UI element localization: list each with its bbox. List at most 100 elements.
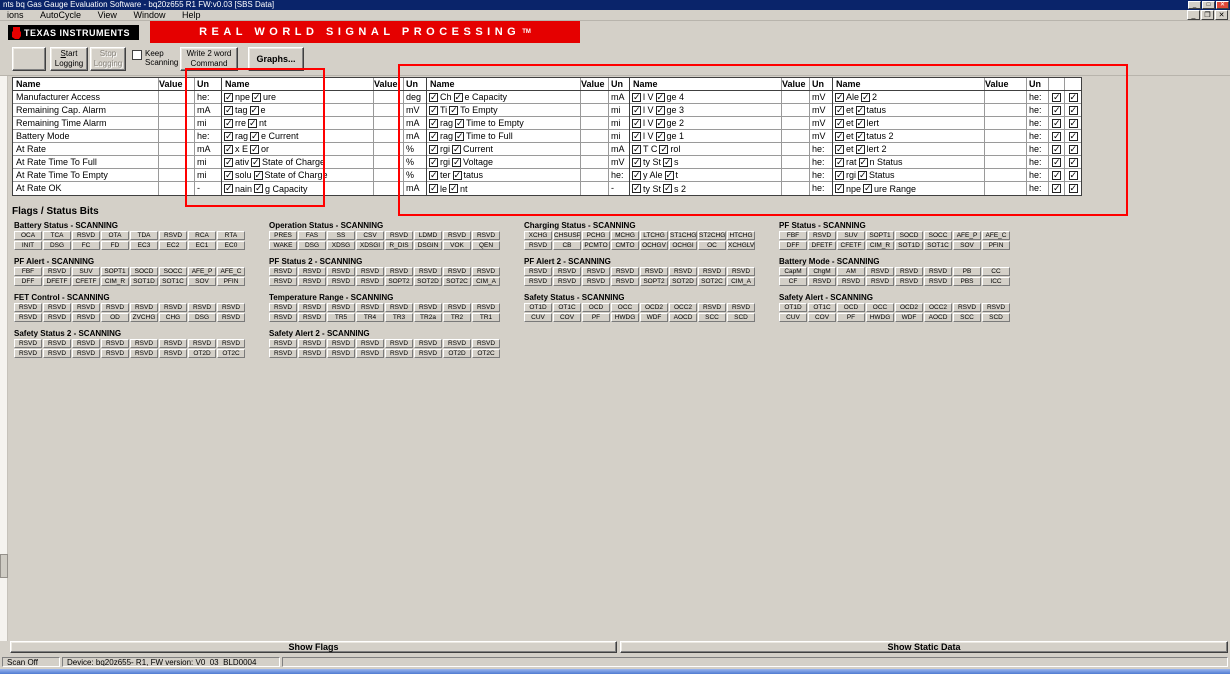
log-checkbox[interactable] <box>1052 143 1061 155</box>
log-checkbox[interactable] <box>224 130 233 142</box>
vertical-scrollbar[interactable] <box>0 76 8 641</box>
log-checkbox[interactable] <box>429 130 438 142</box>
scan-checkbox[interactable] <box>655 130 665 142</box>
log-checkbox[interactable] <box>632 182 641 194</box>
log-checkbox[interactable] <box>224 156 233 168</box>
show-flags-button[interactable]: Show Flags <box>10 641 617 653</box>
scan-checkbox[interactable] <box>453 91 463 103</box>
menu-item-autocycle[interactable]: AutoCycle <box>33 10 88 21</box>
scan-checkbox[interactable] <box>858 156 868 168</box>
maximize-icon[interactable]: □ <box>1202 1 1215 9</box>
scan-checkbox[interactable] <box>455 130 465 142</box>
log-checkbox[interactable] <box>835 156 844 168</box>
log-checkbox[interactable] <box>835 169 844 181</box>
scan-checkbox[interactable] <box>452 169 462 181</box>
scan-checkbox[interactable] <box>863 182 873 194</box>
log-checkbox[interactable] <box>835 104 844 116</box>
log-checkbox[interactable] <box>224 169 233 181</box>
log-checkbox[interactable] <box>632 104 641 116</box>
log-checkbox[interactable] <box>1052 169 1061 181</box>
show-static-data-button[interactable]: Show Static Data <box>620 641 1228 653</box>
scan-checkbox[interactable] <box>664 169 674 181</box>
scan-checkbox[interactable] <box>449 104 459 116</box>
scan-checkbox[interactable] <box>1068 182 1078 194</box>
log-checkbox[interactable] <box>1052 156 1061 168</box>
log-checkbox[interactable] <box>429 117 438 129</box>
menu-item-help[interactable]: Help <box>175 10 208 21</box>
log-checkbox[interactable] <box>1052 104 1061 116</box>
log-checkbox[interactable] <box>1052 91 1061 103</box>
mdi-restore-icon[interactable]: ❐ <box>1201 10 1214 20</box>
scan-checkbox[interactable] <box>1068 117 1078 129</box>
mdi-close-icon[interactable]: ✕ <box>1215 10 1228 20</box>
log-checkbox[interactable] <box>429 91 438 103</box>
scan-checkbox[interactable] <box>855 117 865 129</box>
scan-checkbox[interactable] <box>858 169 868 181</box>
log-checkbox[interactable] <box>224 143 233 155</box>
scan-checkbox[interactable] <box>249 104 259 116</box>
log-checkbox[interactable] <box>224 117 233 129</box>
log-checkbox[interactable] <box>224 91 233 103</box>
scan-checkbox[interactable] <box>1068 169 1078 181</box>
log-checkbox[interactable] <box>632 156 641 168</box>
menu-item-window[interactable]: Window <box>126 10 172 21</box>
scan-checkbox[interactable] <box>855 143 865 155</box>
log-checkbox[interactable] <box>835 117 844 129</box>
scan-checkbox[interactable] <box>251 156 261 168</box>
scan-checkbox[interactable] <box>1068 156 1078 168</box>
scan-checkbox[interactable] <box>254 182 264 194</box>
log-checkbox[interactable] <box>632 117 641 129</box>
log-checkbox[interactable] <box>835 143 844 155</box>
scan-checkbox[interactable] <box>655 104 665 116</box>
log-checkbox[interactable] <box>835 130 844 142</box>
scan-checkbox[interactable] <box>250 130 260 142</box>
log-checkbox[interactable] <box>224 182 233 194</box>
mdi-minimize-icon[interactable]: _ <box>1187 10 1200 20</box>
scan-checkbox[interactable] <box>1068 91 1078 103</box>
log-checkbox[interactable] <box>835 91 844 103</box>
log-checkbox[interactable] <box>1052 117 1061 129</box>
scrollbar-thumb[interactable] <box>0 554 8 578</box>
scan-checkbox[interactable] <box>252 91 262 103</box>
log-checkbox[interactable] <box>429 143 438 155</box>
scan-checkbox[interactable] <box>452 156 462 168</box>
scan-checkbox[interactable] <box>449 182 459 194</box>
log-checkbox[interactable] <box>632 169 641 181</box>
graphs-button[interactable]: Graphs... <box>248 47 304 71</box>
start-logging-button[interactable]: Start Logging <box>50 47 88 71</box>
scan-checkbox[interactable] <box>248 117 257 129</box>
log-checkbox[interactable] <box>632 130 641 142</box>
log-checkbox[interactable] <box>835 182 844 194</box>
keep-scanning-checkbox[interactable]: Keep Scanning <box>132 49 178 67</box>
scan-checkbox[interactable] <box>1068 104 1078 116</box>
scan-checkbox[interactable] <box>663 156 673 168</box>
scan-checkbox[interactable] <box>1068 130 1078 142</box>
scan-checkbox[interactable] <box>1068 143 1078 155</box>
scan-checkbox[interactable] <box>455 117 465 129</box>
log-checkbox[interactable] <box>429 169 438 181</box>
log-checkbox[interactable] <box>429 156 438 168</box>
log-checkbox[interactable] <box>1052 130 1061 142</box>
menu-item-options[interactable]: ions <box>0 10 31 21</box>
log-checkbox[interactable] <box>224 104 233 116</box>
checkbox-icon[interactable] <box>132 50 142 60</box>
scan-checkbox[interactable] <box>655 117 665 129</box>
scan-checkbox[interactable] <box>452 143 462 155</box>
log-checkbox[interactable] <box>632 143 641 155</box>
scan-checkbox[interactable] <box>663 182 673 194</box>
scan-checkbox[interactable] <box>855 104 865 116</box>
scan-checkbox[interactable] <box>861 91 871 103</box>
minimize-icon[interactable]: _ <box>1188 1 1201 9</box>
log-checkbox[interactable] <box>429 182 438 194</box>
scan-checkbox[interactable] <box>855 130 865 142</box>
scan-checkbox[interactable] <box>659 143 669 155</box>
menu-item-view[interactable]: View <box>91 10 124 21</box>
log-checkbox[interactable] <box>1052 182 1061 194</box>
scan-checkbox[interactable] <box>250 143 260 155</box>
log-checkbox[interactable] <box>429 104 438 116</box>
write-2-word-command-button[interactable]: Write 2 word Command <box>180 47 238 71</box>
scan-checkbox[interactable] <box>655 91 665 103</box>
toolbar-blank-button[interactable] <box>12 47 46 71</box>
log-checkbox[interactable] <box>632 91 641 103</box>
close-icon[interactable]: ✕ <box>1216 1 1229 9</box>
